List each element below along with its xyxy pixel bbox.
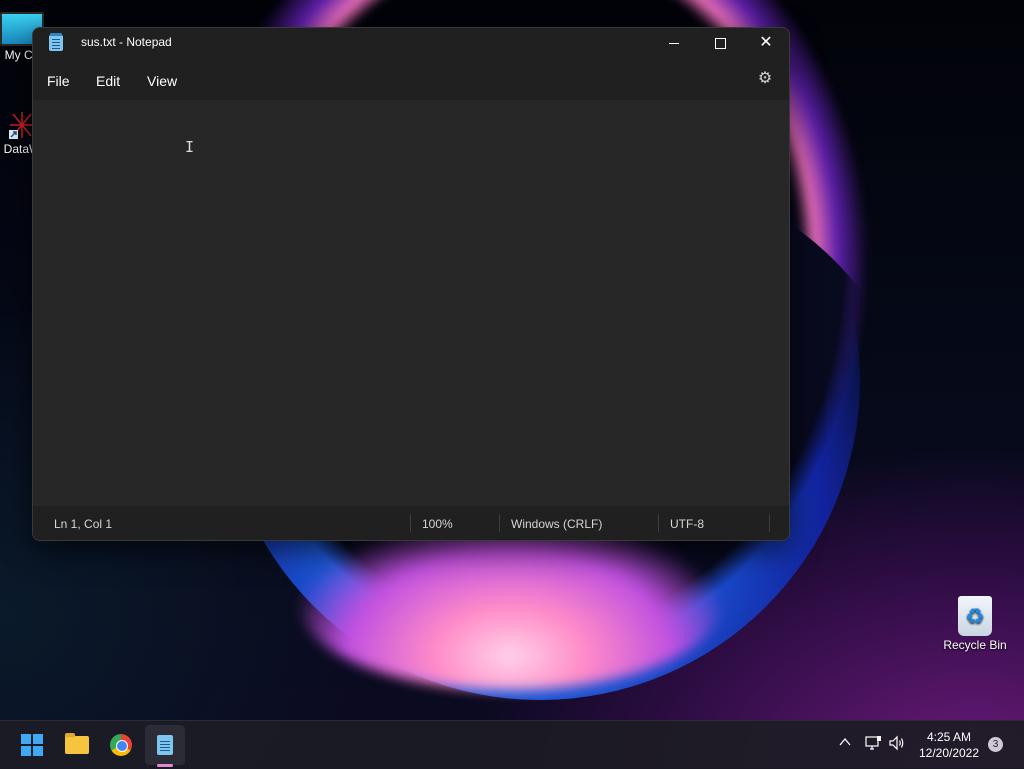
status-line-column: Ln 1, Col 1: [54, 517, 113, 531]
text-cursor-icon: I: [185, 138, 195, 156]
minimize-icon: [669, 42, 679, 44]
taskbar: 4:25 AM 12/20/2022 3: [0, 720, 1024, 769]
start-button[interactable]: [12, 725, 52, 765]
menu-edit[interactable]: Edit: [90, 70, 126, 92]
clock-time: 4:25 AM: [926, 730, 972, 744]
network-icon[interactable]: [864, 735, 882, 754]
wallpaper-bloom-highlight: [300, 520, 720, 690]
desktop-icon-recycle-bin[interactable]: Recycle Bin: [935, 596, 1015, 652]
notepad-window: sus.txt - Notepad ✕ File Edit View ⚙ I L…: [32, 27, 790, 541]
start-icon: [21, 734, 43, 756]
menu-view[interactable]: View: [141, 70, 183, 92]
maximize-button[interactable]: [697, 28, 743, 58]
taskbar-clock[interactable]: 4:25 AM 12/20/2022: [916, 729, 982, 761]
recycle-bin-icon: [958, 596, 992, 636]
menu-file[interactable]: File: [41, 70, 76, 92]
notepad-icon: [157, 735, 173, 755]
chrome-icon: [110, 734, 132, 756]
minimize-button[interactable]: [651, 28, 697, 58]
window-title: sus.txt - Notepad: [81, 35, 172, 49]
volume-icon[interactable]: [888, 735, 906, 754]
notepad-icon: [49, 33, 63, 51]
status-encoding: UTF-8: [670, 517, 704, 531]
status-divider: [499, 514, 500, 532]
status-divider: [769, 514, 770, 532]
taskbar-notepad[interactable]: [145, 725, 185, 765]
title-bar[interactable]: sus.txt - Notepad ✕: [33, 28, 789, 58]
close-icon: ✕: [759, 34, 773, 51]
file-explorer-icon: [65, 733, 89, 754]
gear-icon: ⚙: [757, 70, 773, 87]
close-button[interactable]: ✕: [743, 28, 789, 58]
menu-bar: File Edit View: [33, 66, 789, 96]
status-zoom: 100%: [422, 517, 453, 531]
status-line-endings: Windows (CRLF): [511, 517, 603, 531]
clock-date: 12/20/2022: [918, 746, 980, 760]
status-bar: Ln 1, Col 1 100% Windows (CRLF) UTF-8: [33, 506, 789, 540]
settings-button[interactable]: ⚙: [755, 69, 775, 89]
desktop-icon-label: Recycle Bin: [943, 638, 1007, 652]
notification-badge[interactable]: 3: [988, 737, 1003, 752]
status-divider: [410, 514, 411, 532]
active-app-indicator: [157, 764, 173, 767]
taskbar-file-explorer[interactable]: [57, 725, 97, 765]
show-hidden-icons-chevron-icon[interactable]: [838, 735, 852, 752]
text-editor-area[interactable]: I: [33, 100, 789, 506]
status-divider: [658, 514, 659, 532]
maximize-icon: [714, 37, 726, 49]
taskbar-chrome[interactable]: [101, 725, 141, 765]
